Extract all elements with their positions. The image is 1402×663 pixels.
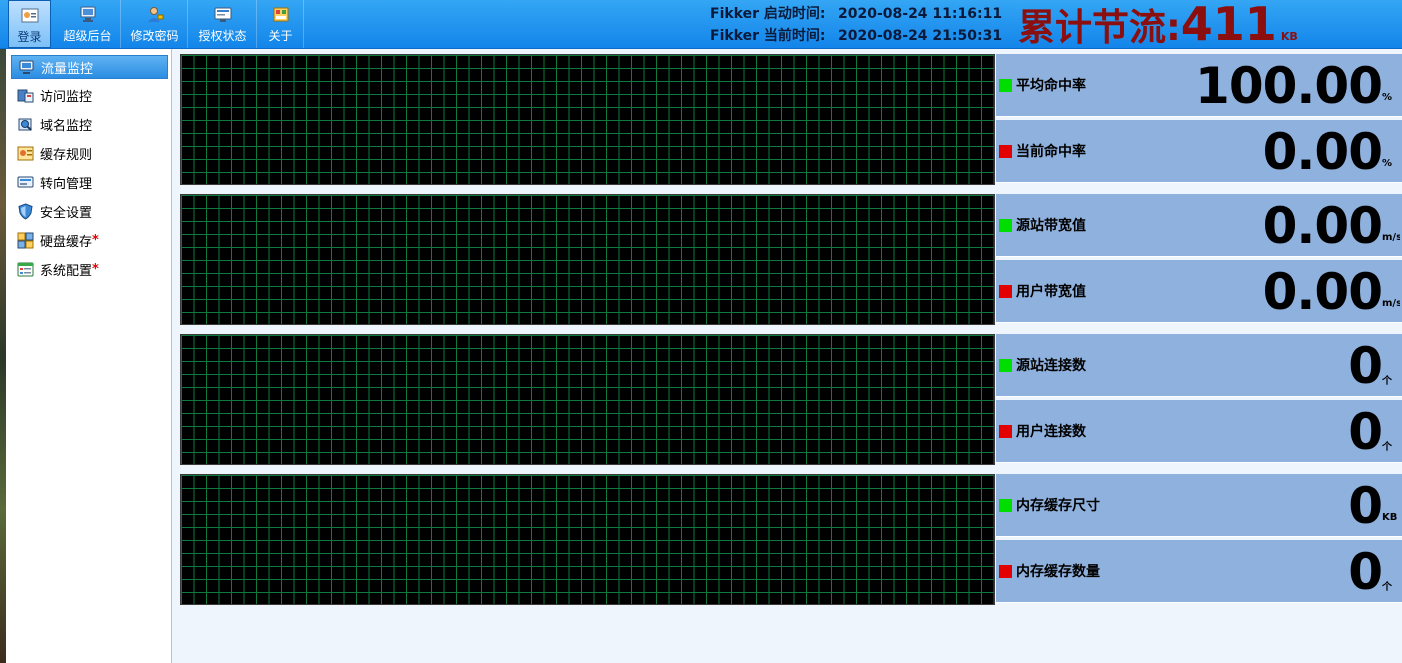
cache-rules-icon: [17, 146, 34, 160]
stat-user-connections: 用户连接数 0 个: [996, 400, 1402, 463]
legend-red-square: [999, 285, 1012, 298]
stat-value: 0.00: [1262, 263, 1383, 321]
sidebar-item-label: 流量监控: [41, 61, 94, 77]
bandwidth-graph: [180, 194, 995, 325]
stat-label: 源站连接数: [1016, 358, 1086, 374]
disk-cache-icon: [17, 232, 34, 248]
connections-graph: [180, 334, 995, 465]
traffic-monitor-icon: [19, 60, 34, 74]
stat-unit: KB: [1382, 512, 1398, 523]
stat-unit: 个: [1382, 582, 1392, 593]
stat-value: 0: [1348, 477, 1383, 535]
stat-value: 0.00: [1262, 123, 1383, 181]
login-icon: [21, 8, 38, 23]
sidebar-item-redirect[interactable]: 转向管理: [11, 170, 168, 194]
super-admin-button[interactable]: 超级后台: [55, 0, 121, 48]
time-info: Fikker 启动时间: 2020-08-24 11:16:11 Fikker 当…: [710, 3, 1002, 47]
change-password-label: 修改密码: [130, 29, 179, 43]
sidebar-item-label: 缓存规则: [40, 147, 93, 163]
stat-label: 用户连接数: [1016, 424, 1086, 440]
redirect-icon: [17, 176, 34, 187]
stat-label: 源站带宽值: [1016, 218, 1086, 234]
sidebar-item-label: 安全设置: [40, 205, 93, 221]
sidebar-item-disk-cache[interactable]: 硬盘缓存 *: [11, 228, 168, 252]
user-key-icon: [147, 7, 163, 22]
stat-user-bandwidth: 用户带宽值 0.00 m/s: [996, 260, 1402, 323]
total-saved-unit: KB: [1280, 30, 1298, 43]
sidebar-item-traffic-monitor[interactable]: 流量监控: [11, 55, 168, 79]
stat-label: 内存缓存数量: [1016, 564, 1100, 580]
current-time-value: 2020-08-24 21:50:31: [838, 28, 1003, 44]
legend-green-square: [999, 359, 1012, 372]
super-admin-label: 超级后台: [63, 29, 112, 43]
stat-unit: %: [1382, 92, 1393, 103]
total-saved-value: 411: [1180, 0, 1277, 51]
sidebar-item-label: 域名监控: [40, 118, 93, 134]
stat-value: 100.00: [1195, 57, 1383, 115]
shield-icon: [18, 202, 33, 220]
sidebar-item-access-monitor[interactable]: 访问监控: [11, 83, 168, 107]
sidebar-item-cache-rules[interactable]: 缓存规则: [11, 141, 168, 165]
sidebar-item-label: 系统配置: [40, 263, 93, 279]
stat-unit: 个: [1382, 376, 1392, 387]
domain-monitor-icon: [18, 118, 32, 131]
hit-rate-graph: [180, 54, 995, 185]
sidebar: 流量监控 访问监控 域名监控 缓存规则 转向管理 安全设置 硬盘缓存 * 系统配…: [6, 49, 172, 663]
sidebar-item-label: 转向管理: [40, 176, 93, 192]
stat-unit: m/s: [1382, 232, 1400, 243]
sidebar-item-domain-monitor[interactable]: 域名监控: [11, 112, 168, 136]
stat-origin-bandwidth: 源站带宽值 0.00 m/s: [996, 194, 1402, 257]
required-marker: *: [92, 232, 99, 248]
stat-value: 0: [1348, 403, 1383, 461]
required-marker: *: [92, 261, 99, 277]
stat-origin-connections: 源站连接数 0 个: [996, 334, 1402, 397]
sidebar-item-label: 访问监控: [40, 89, 93, 105]
monitor-panel: 平均命中率 100.00 % 当前命中率 0.00 % 源站带宽值 0.00 m…: [172, 49, 1402, 663]
sidebar-item-label: 硬盘缓存: [40, 234, 93, 250]
stat-value: 0: [1348, 337, 1383, 395]
about-icon: [273, 7, 288, 22]
login-label: 登录: [17, 30, 42, 44]
legend-green-square: [999, 499, 1012, 512]
start-time-row: Fikker 启动时间: 2020-08-24 11:16:11: [710, 3, 1002, 25]
system-config-icon: [17, 262, 34, 276]
stat-label: 当前命中率: [1016, 144, 1086, 160]
sidebar-item-security[interactable]: 安全设置: [11, 199, 168, 223]
about-label: 关于: [268, 29, 293, 43]
stat-unit: 个: [1382, 442, 1392, 453]
stat-memory-cache-count: 内存缓存数量 0 个: [996, 540, 1402, 603]
legend-red-square: [999, 565, 1012, 578]
about-button[interactable]: 关于: [258, 0, 304, 48]
stat-average-hit-rate: 平均命中率 100.00 %: [996, 54, 1402, 117]
legend-red-square: [999, 425, 1012, 438]
stat-label: 用户带宽值: [1016, 284, 1086, 300]
change-password-button[interactable]: 修改密码: [122, 0, 188, 48]
legend-green-square: [999, 79, 1012, 92]
total-saved-label: 累计节流:: [1018, 6, 1181, 49]
memory-cache-graph: [180, 474, 995, 605]
legend-green-square: [999, 219, 1012, 232]
stat-value: 0.00: [1262, 197, 1383, 255]
stat-memory-cache-size: 内存缓存尺寸 0 KB: [996, 474, 1402, 537]
access-monitor-icon: [17, 89, 34, 102]
current-time-label: Fikker 当前时间:: [710, 28, 826, 44]
stat-unit: %: [1382, 158, 1393, 169]
license-status-button[interactable]: 授权状态: [189, 0, 257, 48]
login-button[interactable]: 登录: [8, 0, 51, 48]
start-time-label: Fikker 启动时间:: [710, 6, 826, 22]
monitor-icon: [80, 6, 95, 22]
license-icon: [214, 7, 231, 22]
stat-current-hit-rate: 当前命中率 0.00 %: [996, 120, 1402, 183]
current-time-row: Fikker 当前时间: 2020-08-24 21:50:31: [710, 25, 1002, 47]
license-status-label: 授权状态: [198, 29, 247, 43]
stat-label: 平均命中率: [1016, 78, 1086, 94]
sidebar-item-system-config[interactable]: 系统配置 *: [11, 257, 168, 281]
stat-value: 0: [1348, 543, 1383, 601]
toolbar: 登录 超级后台 修改密码 授权状态 关于 Fikker 启动时间: 2020-0…: [0, 0, 1402, 51]
stat-unit: m/s: [1382, 298, 1400, 309]
start-time-value: 2020-08-24 11:16:11: [838, 6, 1003, 22]
stat-label: 内存缓存尺寸: [1016, 498, 1100, 514]
legend-red-square: [999, 145, 1012, 158]
